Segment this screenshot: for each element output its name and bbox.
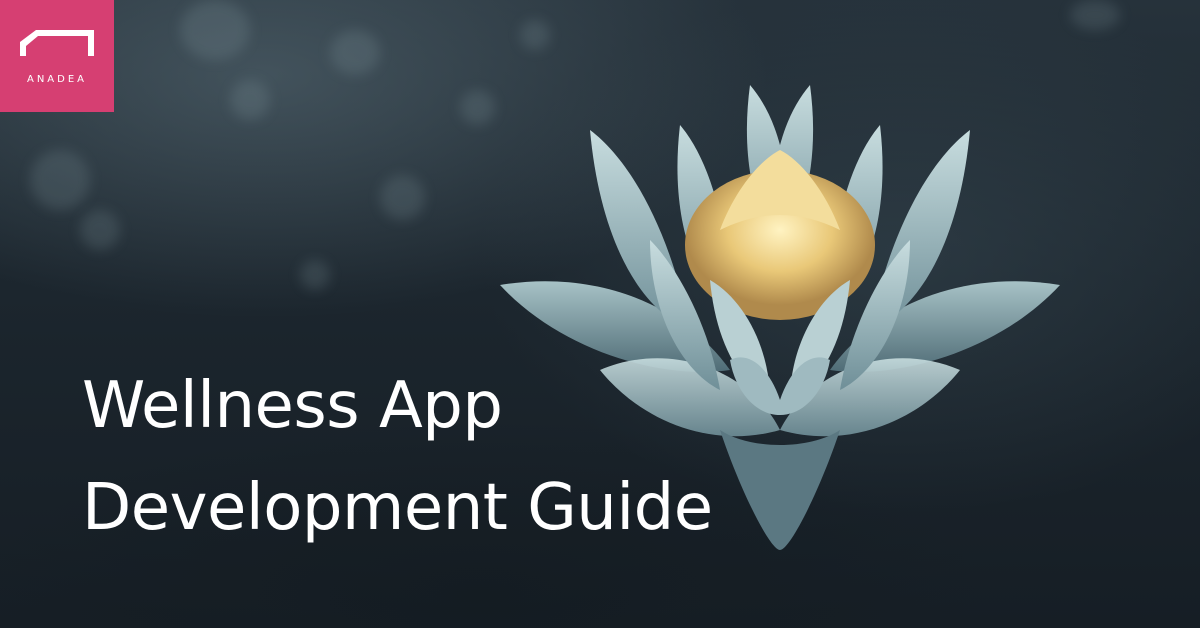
title-line-2: Development Guide (82, 471, 713, 545)
bokeh-light (1070, 0, 1120, 30)
bokeh-light (230, 80, 270, 120)
brand-name: ANADEA (26, 74, 88, 85)
bokeh-light (520, 20, 550, 50)
title-line-1: Wellness App (82, 369, 503, 443)
banner: ANADEA Wellness App Development Guide (0, 0, 1200, 628)
anadea-logo[interactable]: ANADEA (0, 0, 114, 112)
page-title: Wellness App Development Guide (82, 355, 713, 559)
bokeh-light (80, 210, 120, 250)
bokeh-light (180, 0, 250, 60)
roof-icon (20, 30, 94, 56)
bokeh-light (330, 30, 380, 75)
bokeh-light (30, 150, 90, 210)
bokeh-light (380, 175, 425, 220)
bokeh-light (300, 260, 330, 290)
